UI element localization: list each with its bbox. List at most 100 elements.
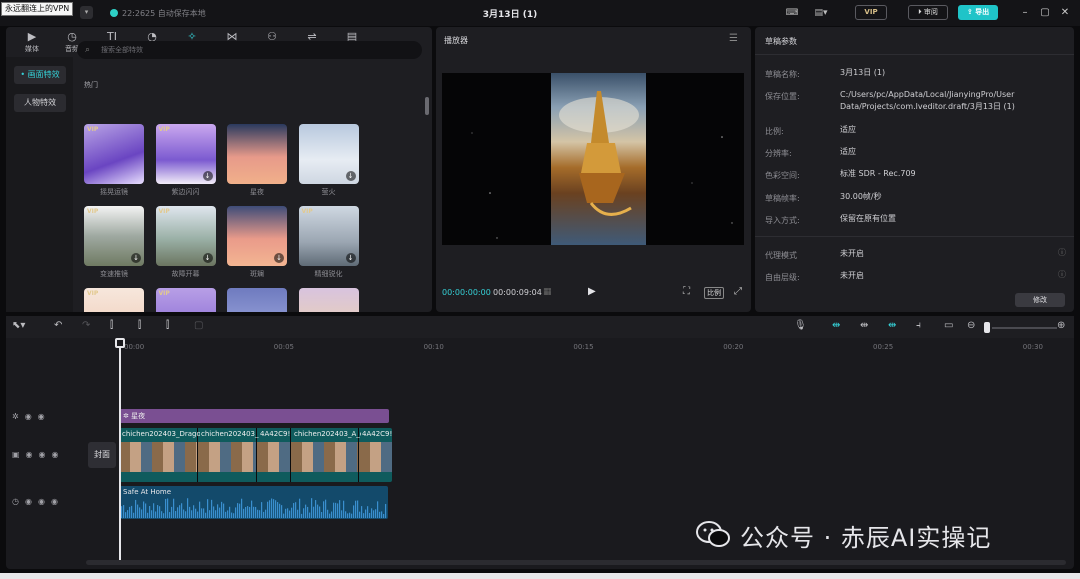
grid-icon[interactable]: ▦	[543, 287, 552, 297]
minimize-icon[interactable]: –	[1018, 6, 1032, 20]
video-clip[interactable]: 4A42C9!	[257, 428, 291, 482]
waveform-bar	[239, 503, 241, 518]
waveform-bar	[267, 501, 269, 518]
effect-track-controls[interactable]: ✲◉◉	[12, 412, 51, 421]
zoom-out-icon[interactable]: ⊖	[967, 320, 975, 331]
main-video-track: chichen202403_Drago chichen202403_ 4A42C…	[119, 428, 392, 482]
effect-card[interactable]: VIP ↓	[155, 124, 216, 184]
ruler-tick-label: 00:15	[573, 343, 594, 351]
help-icon[interactable]: ⓘ	[1058, 247, 1066, 258]
effect-card[interactable]: VIP ↓	[84, 206, 144, 266]
zoom-in-icon[interactable]: ⊕	[1057, 320, 1065, 331]
effect-card-label: 星夜	[250, 188, 264, 196]
zoom-slider[interactable]	[992, 327, 1057, 329]
snap-icon[interactable]: ⇹	[860, 320, 868, 331]
waveform-bar	[371, 508, 373, 518]
waveform-bar	[303, 508, 305, 518]
waveform-bar	[311, 498, 313, 518]
waveform-bar	[251, 500, 253, 518]
effect-clip-label: 星夜	[131, 412, 146, 420]
close-icon[interactable]: ✕	[1058, 6, 1072, 20]
audio-track-controls[interactable]: ◷◉◉◉	[12, 497, 64, 506]
waveform-bar	[255, 506, 257, 518]
waveform-bar	[157, 505, 159, 518]
params-title: 草稿参数	[765, 37, 797, 46]
audio-clip[interactable]: Safe At Home	[119, 486, 388, 519]
waveform-bar	[341, 510, 343, 518]
preview-axis-icon[interactable]: ⫞	[916, 320, 921, 331]
waveform-bar	[171, 506, 173, 518]
preview-screen[interactable]	[442, 73, 744, 245]
ruler-tick-label: 00:25	[873, 343, 894, 351]
param-value: 标准 SDR - Rec.709	[840, 169, 916, 178]
split-icon[interactable]: ⫿	[110, 320, 113, 331]
modify-button[interactable]: 修改	[1015, 293, 1065, 307]
effect-card[interactable]: VIP	[155, 288, 216, 312]
fullscreen-timeline-icon[interactable]: ▭	[944, 320, 953, 331]
effect-card[interactable]	[227, 288, 287, 312]
effect-card[interactable]: ↓	[227, 206, 287, 266]
waveform-bar	[313, 506, 315, 518]
microphone-icon[interactable]: 🎙	[794, 320, 807, 331]
waveform-bar	[265, 509, 267, 518]
effect-card[interactable]: VIP	[84, 288, 144, 312]
split-right-icon[interactable]: ⫿	[166, 320, 169, 331]
fit-screen-icon[interactable]: ⛶	[683, 286, 690, 297]
playhead-handle[interactable]	[115, 338, 125, 348]
cover-button[interactable]: 封面	[88, 442, 116, 468]
linkage-icon[interactable]: ⇹	[888, 320, 896, 331]
effect-card[interactable]	[298, 288, 359, 312]
waveform-bar	[169, 512, 171, 518]
vip-badge[interactable]: VIP	[855, 5, 887, 20]
video-clip[interactable]: chichen202403_A_c	[291, 428, 361, 482]
effect-clip[interactable]: ✲ 星夜	[119, 409, 389, 423]
effect-card[interactable]: VIP ↓	[155, 206, 216, 266]
zoom-slider-handle[interactable]	[984, 322, 990, 333]
review-button[interactable]: ⏵ 审阅	[908, 5, 948, 20]
download-icon[interactable]: ↓	[274, 253, 284, 263]
library-scrollbar[interactable]	[425, 97, 429, 115]
delete-icon[interactable]: ▢	[194, 320, 203, 331]
help-icon[interactable]: ⓘ	[1058, 269, 1066, 280]
download-icon[interactable]: ↓	[202, 253, 213, 263]
video-clip[interactable]: 4A42C9!	[359, 428, 392, 482]
maximize-icon[interactable]: ▢	[1038, 6, 1052, 20]
keyboard-icon[interactable]: ⌨	[785, 6, 799, 20]
effect-card[interactable]: VIP	[84, 124, 144, 184]
undo-icon[interactable]: ↶	[54, 320, 62, 331]
download-icon[interactable]: ↓	[345, 171, 356, 181]
menu-icon[interactable]: ☰	[729, 33, 738, 44]
timeline-scrollbar[interactable]	[86, 560, 1066, 565]
download-icon[interactable]: ↓	[202, 171, 213, 181]
clip-label: chichen202403_	[201, 430, 259, 438]
play-button[interactable]: ▶	[588, 286, 596, 297]
download-icon[interactable]: ↓	[131, 253, 141, 263]
effect-card[interactable]: VIP ↓	[298, 206, 359, 266]
ratio-button[interactable]: 比例	[704, 287, 724, 299]
effect-card[interactable]	[227, 124, 287, 184]
time-ruler[interactable]: 00:00 00:05 00:10 00:15 00:20 00:25 00:30	[118, 340, 1074, 354]
param-value: 保留在原有位置	[840, 214, 896, 223]
redo-icon[interactable]: ↷	[82, 320, 90, 331]
layout-icon[interactable]: ▤▾	[810, 6, 832, 20]
param-value: C:/Users/pc/AppData/Local/JianyingPro/Us…	[840, 90, 1015, 111]
main-track-controls[interactable]: ▣◉◉◉	[12, 450, 65, 459]
watermark-text: 公众号 · 赤辰AI实操记	[740, 524, 992, 552]
waveform-bar	[187, 498, 189, 518]
link-main-track-icon[interactable]: ⇹	[832, 320, 840, 331]
vip-tag: VIP	[301, 208, 313, 215]
fullscreen-icon[interactable]: ⤢	[734, 286, 742, 297]
waveform-bar	[273, 499, 275, 518]
download-icon[interactable]: ↓	[345, 253, 356, 263]
video-clip[interactable]: chichen202403_Drago	[119, 428, 200, 482]
effect-card[interactable]: ↓	[298, 124, 359, 184]
playhead[interactable]	[119, 338, 121, 560]
split-left-icon[interactable]: ⫿	[138, 320, 141, 331]
video-clip[interactable]: chichen202403_	[198, 428, 259, 482]
wechat-icon	[696, 521, 730, 547]
export-button[interactable]: ⇪ 导出	[958, 5, 998, 20]
vip-tag: VIP	[158, 208, 170, 215]
waveform-bar	[141, 509, 143, 518]
ruler-tick-label: 00:20	[723, 343, 744, 351]
select-tool-icon[interactable]: ⬉▾	[12, 320, 25, 331]
